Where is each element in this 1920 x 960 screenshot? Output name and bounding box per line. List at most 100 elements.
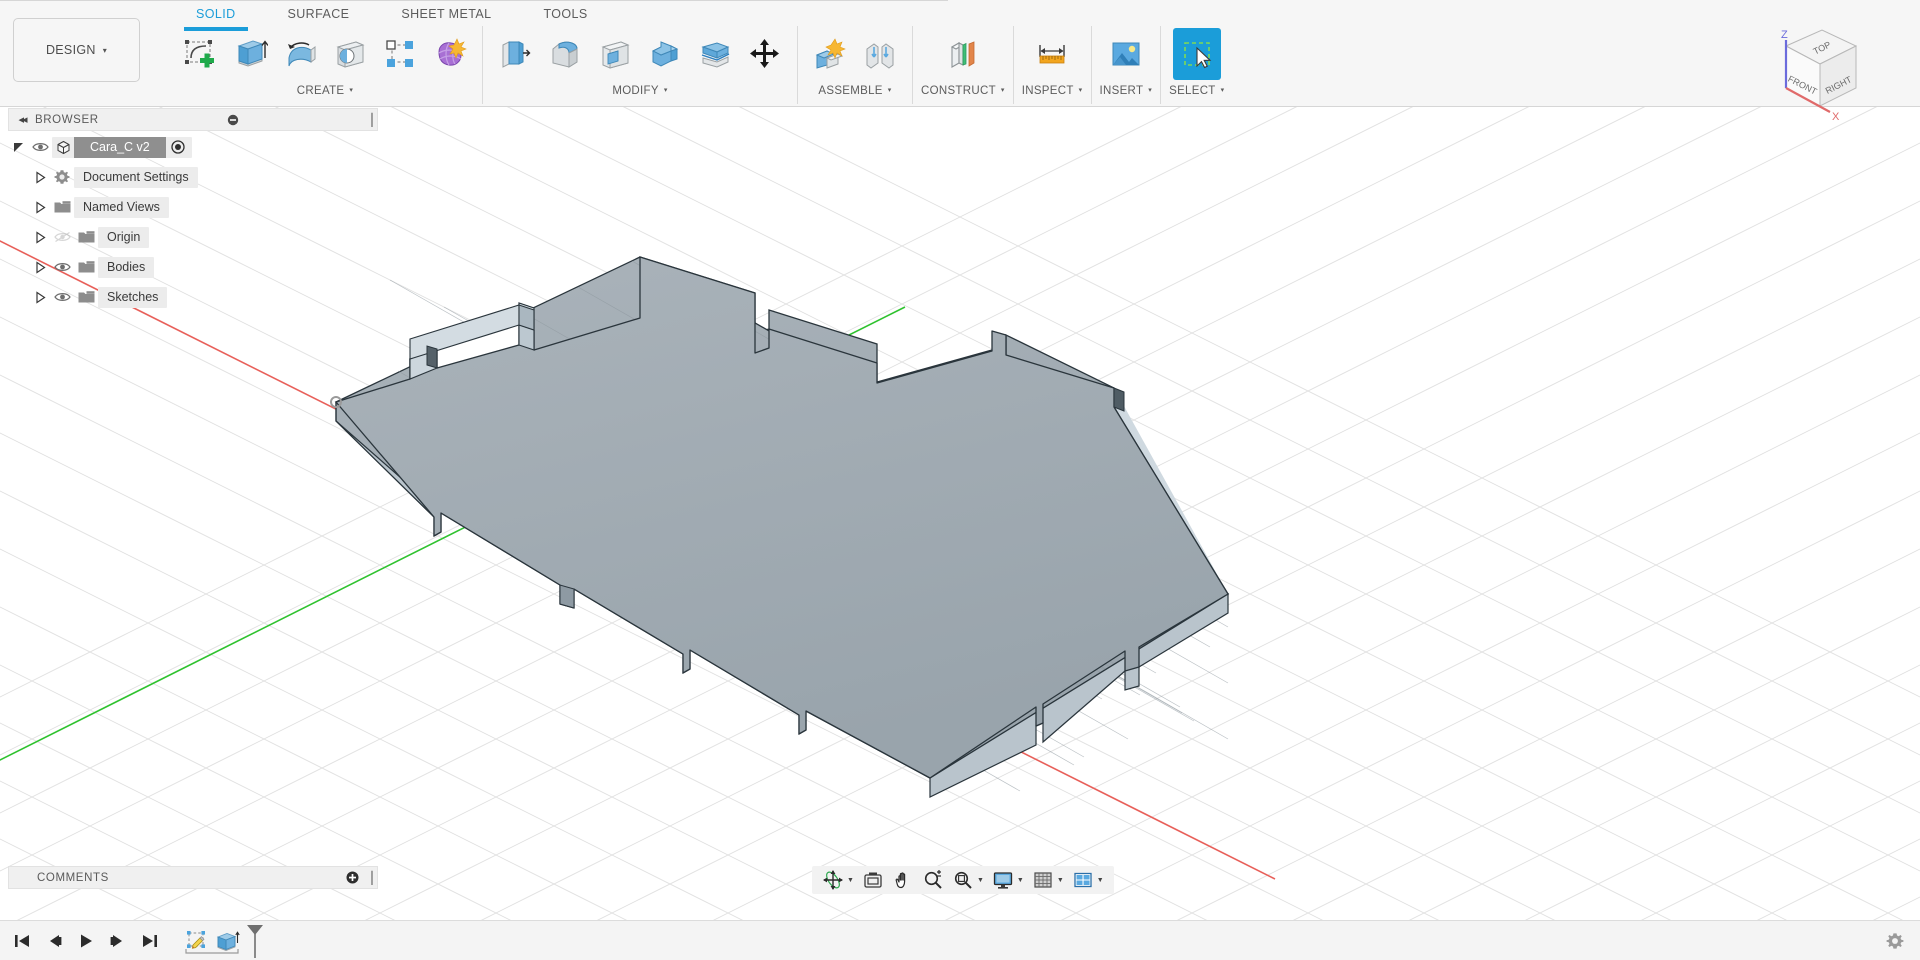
timeline-step-forward-button[interactable] — [104, 926, 132, 956]
combine-button[interactable] — [641, 28, 689, 80]
panel-insert-label[interactable]: INSERT ▾ — [1100, 82, 1153, 100]
panel-construct-label[interactable]: CONSTRUCT ▾ — [921, 82, 1005, 100]
look-at-button[interactable] — [858, 868, 888, 892]
navigation-bar: ▼ — [812, 866, 1114, 894]
create-form-button[interactable] — [426, 28, 474, 80]
step-forward-icon — [108, 931, 128, 951]
root-visibility-toggle[interactable] — [28, 137, 52, 157]
tab-solid[interactable]: SOLID — [170, 2, 262, 28]
tab-tools[interactable]: TOOLS — [517, 2, 613, 28]
chevron-down-icon[interactable]: ▼ — [1057, 877, 1064, 884]
extrude-button[interactable] — [226, 28, 274, 80]
create-sketch-button[interactable] — [176, 28, 224, 80]
expand-collapse-icon[interactable] — [30, 167, 50, 187]
expand-collapse-icon[interactable] — [8, 137, 28, 157]
panel-assemble-label[interactable]: ASSEMBLE ▾ — [818, 82, 891, 100]
offset-plane-button[interactable] — [939, 28, 987, 80]
pan-button[interactable] — [888, 868, 918, 892]
tree-row-named-views[interactable]: Named Views — [8, 196, 378, 218]
tab-sheet-metal-label: SHEET METAL — [401, 7, 491, 21]
tab-sheet-metal[interactable]: SHEET METAL — [375, 2, 517, 28]
timeline-marker-icon — [242, 923, 268, 959]
folder-icon — [74, 257, 98, 277]
orbit-button[interactable]: ▼ — [818, 868, 858, 892]
panel-inspect-label[interactable]: INSPECT ▾ — [1022, 82, 1083, 100]
tree-label-named-views[interactable]: Named Views — [74, 197, 169, 218]
press-pull-button[interactable] — [491, 28, 539, 80]
split-face-icon — [697, 36, 733, 72]
timeline-step-back-button[interactable] — [40, 926, 68, 956]
shell-icon — [597, 36, 633, 72]
fillet-button[interactable] — [541, 28, 589, 80]
revolve-button[interactable] — [276, 28, 324, 80]
root-activate-toggle[interactable] — [166, 140, 190, 154]
move-copy-button[interactable] — [741, 28, 789, 80]
panel-select-label-text: SELECT — [1169, 83, 1216, 99]
panel-modify-label[interactable]: MODIFY ▾ — [612, 82, 667, 100]
shell-button[interactable] — [591, 28, 639, 80]
workspace-design-button[interactable]: DESIGN ▾ — [13, 18, 140, 82]
timeline-play-button[interactable] — [72, 926, 100, 956]
root-name-group[interactable]: Cara_C v2 — [52, 137, 192, 158]
rectangular-pattern-button[interactable] — [376, 28, 424, 80]
timeline-settings-button[interactable] — [1886, 932, 1904, 950]
joint-button[interactable] — [856, 28, 904, 80]
timeline-marker[interactable] — [242, 923, 268, 959]
select-tool-button[interactable] — [1173, 28, 1221, 80]
press-pull-icon — [497, 36, 533, 72]
panel-create-label-text: CREATE — [297, 83, 345, 99]
display-settings-button[interactable]: ▼ — [988, 868, 1028, 892]
radio-active-icon — [171, 140, 185, 154]
skip-to-end-icon — [140, 931, 160, 951]
tree-row-bodies[interactable]: Bodies — [8, 256, 378, 278]
eye-icon — [32, 141, 49, 153]
tree-label-sketches[interactable]: Sketches — [98, 287, 167, 308]
expand-collapse-icon[interactable] — [30, 257, 50, 277]
browser-collapse-icon[interactable]: ◂◂ — [9, 113, 35, 126]
grid-snaps-button[interactable]: ▼ — [1028, 868, 1068, 892]
timeline-go-to-end-button[interactable] — [136, 926, 164, 956]
viewports-button[interactable]: ▼ — [1068, 868, 1108, 892]
hole-button[interactable] — [326, 28, 374, 80]
tree-row-origin[interactable]: Origin — [8, 226, 378, 248]
tree-row-sketches[interactable]: Sketches — [8, 286, 378, 308]
chevron-down-icon[interactable]: ▼ — [977, 877, 984, 884]
zoom-button[interactable] — [918, 868, 948, 892]
panel-create-label[interactable]: CREATE ▾ — [297, 82, 353, 100]
expand-collapse-icon[interactable] — [30, 227, 50, 247]
chevron-down-icon[interactable]: ▼ — [1097, 877, 1104, 884]
timeline-extrude-icon — [214, 928, 240, 954]
insert-canvas-button[interactable] — [1102, 28, 1150, 80]
bodies-visibility-toggle[interactable] — [50, 257, 74, 277]
timeline-playback-controls — [8, 926, 164, 956]
timeline-go-to-beginning-button[interactable] — [8, 926, 36, 956]
zoom-window-button[interactable]: ▼ — [948, 868, 988, 892]
expand-collapse-icon[interactable] — [30, 197, 50, 217]
tree-label-document-settings[interactable]: Document Settings — [74, 167, 198, 188]
split-face-button[interactable] — [691, 28, 739, 80]
comments-resize-grip[interactable]: ┃ — [367, 871, 377, 885]
view-cube[interactable]: TOP FRONT RIGHT Z X — [1744, 8, 1894, 128]
tree-label-bodies[interactable]: Bodies — [98, 257, 154, 278]
add-comment-button[interactable] — [346, 871, 359, 884]
tab-solid-label: SOLID — [196, 7, 236, 21]
plate-precise[interactable] — [336, 257, 1228, 797]
browser-minimize-button[interactable] — [222, 114, 244, 126]
browser-resize-grip[interactable]: ┃ — [367, 108, 377, 131]
chevron-down-icon[interactable]: ▼ — [1017, 877, 1024, 884]
eye-icon — [54, 291, 71, 303]
measure-button[interactable] — [1028, 28, 1076, 80]
new-component-button[interactable] — [806, 28, 854, 80]
chevron-down-icon[interactable]: ▼ — [847, 877, 854, 884]
ribbon-toolbar: DESIGN ▾ SOLID SURFACE SHEET METAL TOOLS — [0, 0, 1920, 107]
root-component-name[interactable]: Cara_C v2 — [74, 137, 166, 158]
sketches-visibility-toggle[interactable] — [50, 287, 74, 307]
tree-row-root[interactable]: Cara_C v2 — [8, 136, 378, 158]
tab-surface[interactable]: SURFACE — [262, 2, 376, 28]
expand-collapse-icon[interactable] — [30, 287, 50, 307]
tree-label-origin[interactable]: Origin — [98, 227, 149, 248]
origin-visibility-toggle[interactable] — [50, 227, 74, 247]
chevron-down-icon: ▾ — [103, 46, 107, 55]
panel-select-label[interactable]: SELECT ▾ — [1169, 82, 1224, 100]
tree-row-document-settings[interactable]: Document Settings — [8, 166, 378, 188]
